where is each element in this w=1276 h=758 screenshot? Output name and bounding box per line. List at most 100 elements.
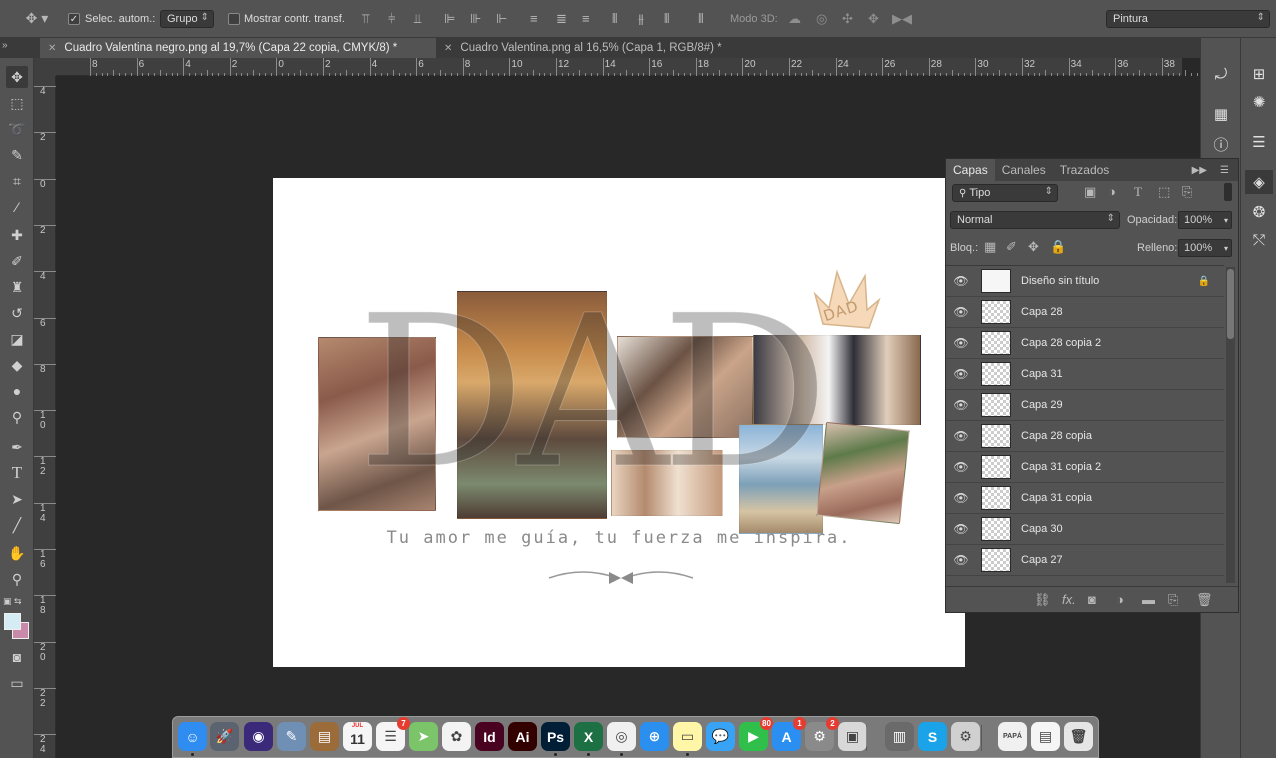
workspace-dropdown[interactable]: Pintura	[1106, 10, 1270, 28]
hand-tool-icon[interactable]: ✋	[6, 542, 28, 564]
tab-cuadro-valentina-negro[interactable]: ✕ Cuadro Valentina negro.png al 19,7% (C…	[40, 38, 436, 58]
grid-panel-icon[interactable]: ⊞	[1245, 62, 1273, 86]
visibility-eye-icon[interactable]: 👁	[946, 522, 976, 536]
indesign-dock-icon[interactable]: Id	[475, 722, 504, 751]
safari-dock-icon[interactable]: ⊕	[640, 722, 669, 751]
notebook-dock-icon[interactable]: ▤	[310, 722, 339, 751]
align-hcenter-icon[interactable]: ⊪	[470, 11, 481, 27]
swatches-panel-icon[interactable]: ▦	[1207, 102, 1235, 126]
filter-shape-icon[interactable]: ⬚	[1158, 184, 1170, 200]
document-papa-dock-icon[interactable]: PAPÁ	[998, 722, 1027, 751]
facetime-dock-icon[interactable]: ▶ 80	[739, 717, 773, 751]
paths-panel-icon[interactable]: ⤲	[1245, 228, 1273, 252]
photoshop-dock-icon[interactable]: Ps	[541, 722, 570, 756]
layer-row[interactable]: 👁 Capa 28 copia 2	[946, 328, 1224, 359]
distribute-top-icon[interactable]: ≡	[530, 11, 538, 26]
align-right-icon[interactable]: ⊩	[496, 11, 507, 27]
blur-tool-icon[interactable]: ●	[6, 380, 28, 402]
navigator-panel-icon[interactable]: ✺	[1245, 90, 1273, 114]
archive-dock-icon[interactable]: ▥	[885, 722, 914, 751]
reminders-dock-icon[interactable]: ☰ 7	[376, 717, 410, 751]
auto-select-dropdown[interactable]: Grupo	[160, 10, 214, 28]
image-capture-dock-icon[interactable]: ▣	[838, 722, 867, 751]
tab-cuadro-valentina[interactable]: ✕ Cuadro Valentina.png al 16,5% (Capa 1,…	[436, 38, 756, 58]
visibility-eye-icon[interactable]: 👁	[946, 336, 976, 350]
layer-row[interactable]: 👁 Capa 28 copia	[946, 421, 1224, 452]
screen-mode-icon[interactable]: ▭	[6, 672, 28, 694]
distribute-left-icon[interactable]: ⫴	[612, 11, 617, 27]
roll-3d-icon[interactable]: ◎	[816, 11, 827, 27]
photos-dock-icon[interactable]: ✿	[442, 722, 471, 751]
vertical-ruler[interactable]: 4 2 0 2 4 6 8 1 0 1 2 1 4 1 6 1 8 2 0 2 2 2 4	[34, 76, 56, 758]
fill-input[interactable]: 100% ▾	[1178, 239, 1232, 257]
info-panel-icon[interactable]: ⓘ	[1207, 132, 1235, 156]
slide-3d-icon[interactable]: ✥	[868, 11, 879, 27]
adjustment-layer-icon[interactable]: ◑	[1116, 592, 1124, 607]
lock-pixels-icon[interactable]: ✐	[1006, 239, 1017, 255]
pen-tool-icon[interactable]: ✒	[6, 436, 28, 458]
blend-mode-dropdown[interactable]: Normal	[950, 211, 1120, 229]
fill-dropdown-icon[interactable]: ▾	[1224, 244, 1228, 253]
scroll-thumb[interactable]	[1227, 269, 1234, 339]
align-vcenter-icon[interactable]: ⫩	[388, 11, 395, 27]
skype-dock-icon[interactable]: S	[918, 722, 947, 751]
layer-row[interactable]: 👁 Capa 30	[946, 514, 1224, 545]
system-preferences-dock-icon[interactable]: ⚙ 2	[805, 717, 839, 751]
eraser-icon[interactable]: ◪	[6, 328, 28, 350]
lock-position-icon[interactable]: ✥	[1028, 239, 1039, 255]
filter-toggle[interactable]	[1224, 183, 1232, 201]
delete-layer-icon[interactable]: 🗑	[1196, 592, 1213, 608]
new-layer-icon[interactable]: ⎘	[1168, 592, 1178, 608]
default-colors-icon[interactable]: ▣ ⇆	[3, 596, 22, 607]
visibility-eye-icon[interactable]: 👁	[946, 274, 976, 288]
panel-collapse-icon[interactable]: ▶▶	[1185, 159, 1214, 181]
close-tab-icon[interactable]: ✕	[444, 43, 452, 54]
distribute-vcenter-icon[interactable]: ≣	[556, 11, 567, 27]
quick-mask-icon[interactable]: ◙	[6, 646, 28, 668]
panel-menu-icon[interactable]: ☰	[1213, 159, 1236, 181]
align-left-icon[interactable]: ⊫	[444, 11, 455, 27]
move-tool-preset-icon[interactable]: ✥ ▾	[20, 10, 54, 27]
documents-dock-icon[interactable]: ▤	[1031, 722, 1060, 751]
opacity-input[interactable]: 100% ▾	[1178, 211, 1232, 229]
foreground-color-swatch[interactable]	[4, 613, 21, 630]
visibility-eye-icon[interactable]: 👁	[946, 491, 976, 505]
quick-selection-icon[interactable]: ✎	[6, 144, 28, 166]
tab-trazados[interactable]: Trazados	[1053, 159, 1117, 181]
lasso-tool-icon[interactable]: ➰	[6, 118, 28, 140]
opacity-dropdown-icon[interactable]: ▾	[1224, 216, 1228, 225]
layer-row[interactable]: 👁 Capa 29	[946, 390, 1224, 421]
filter-smartobject-icon[interactable]: ⎘	[1182, 184, 1192, 200]
collapse-toolbar-icon[interactable]: »	[2, 40, 8, 51]
line-tool-icon[interactable]: ╱	[6, 514, 28, 536]
visibility-eye-icon[interactable]: 👁	[946, 429, 976, 443]
align-top-icon[interactable]: ⫪	[362, 11, 369, 27]
zoom-tool-icon[interactable]: ⚲	[6, 568, 28, 590]
layers-panel-icon[interactable]: ◈	[1245, 170, 1273, 194]
layer-row[interactable]: 👁 Capa 31 copia	[946, 483, 1224, 514]
document-canvas[interactable]: DAD DAD Tu amor me guía, tu fuerza me in…	[273, 178, 965, 667]
scale-3d-icon[interactable]: ▶◀	[892, 11, 912, 27]
dodge-tool-icon[interactable]: ⚲	[6, 406, 28, 428]
layers-scrollbar[interactable]	[1226, 267, 1235, 583]
distribute-hcenter-icon[interactable]: ⫵	[638, 11, 644, 27]
launchpad-dock-icon[interactable]: 🚀	[210, 722, 239, 751]
layer-row[interactable]: 👁 Capa 28	[946, 297, 1224, 328]
channels-panel-icon[interactable]: ❂	[1245, 200, 1273, 224]
visibility-eye-icon[interactable]: 👁	[946, 460, 976, 474]
maps-dock-icon[interactable]: ➤	[409, 722, 438, 751]
layer-row[interactable]: 👁 Diseño sin título 🔒	[946, 266, 1224, 297]
tab-canales[interactable]: Canales	[995, 159, 1053, 181]
visibility-eye-icon[interactable]: 👁	[946, 553, 976, 567]
link-layers-icon[interactable]: ⛓	[1034, 592, 1051, 608]
illustrator-dock-icon[interactable]: Ai	[508, 722, 537, 751]
messages-dock-icon[interactable]: 💬	[706, 722, 735, 751]
healing-brush-icon[interactable]: ✚	[6, 224, 28, 246]
tab-capas[interactable]: Capas	[946, 159, 995, 181]
chrome-dock-icon[interactable]: ◎	[607, 722, 636, 756]
layer-filter-dropdown[interactable]: ⚲ Tipo	[952, 184, 1058, 202]
history-brush-icon[interactable]: ↺	[6, 302, 28, 324]
layer-row[interactable]: 👁 Capa 27	[946, 545, 1224, 576]
eyedropper-icon[interactable]: ⁄	[6, 196, 28, 218]
paint-bucket-icon[interactable]: ◆	[6, 354, 28, 376]
